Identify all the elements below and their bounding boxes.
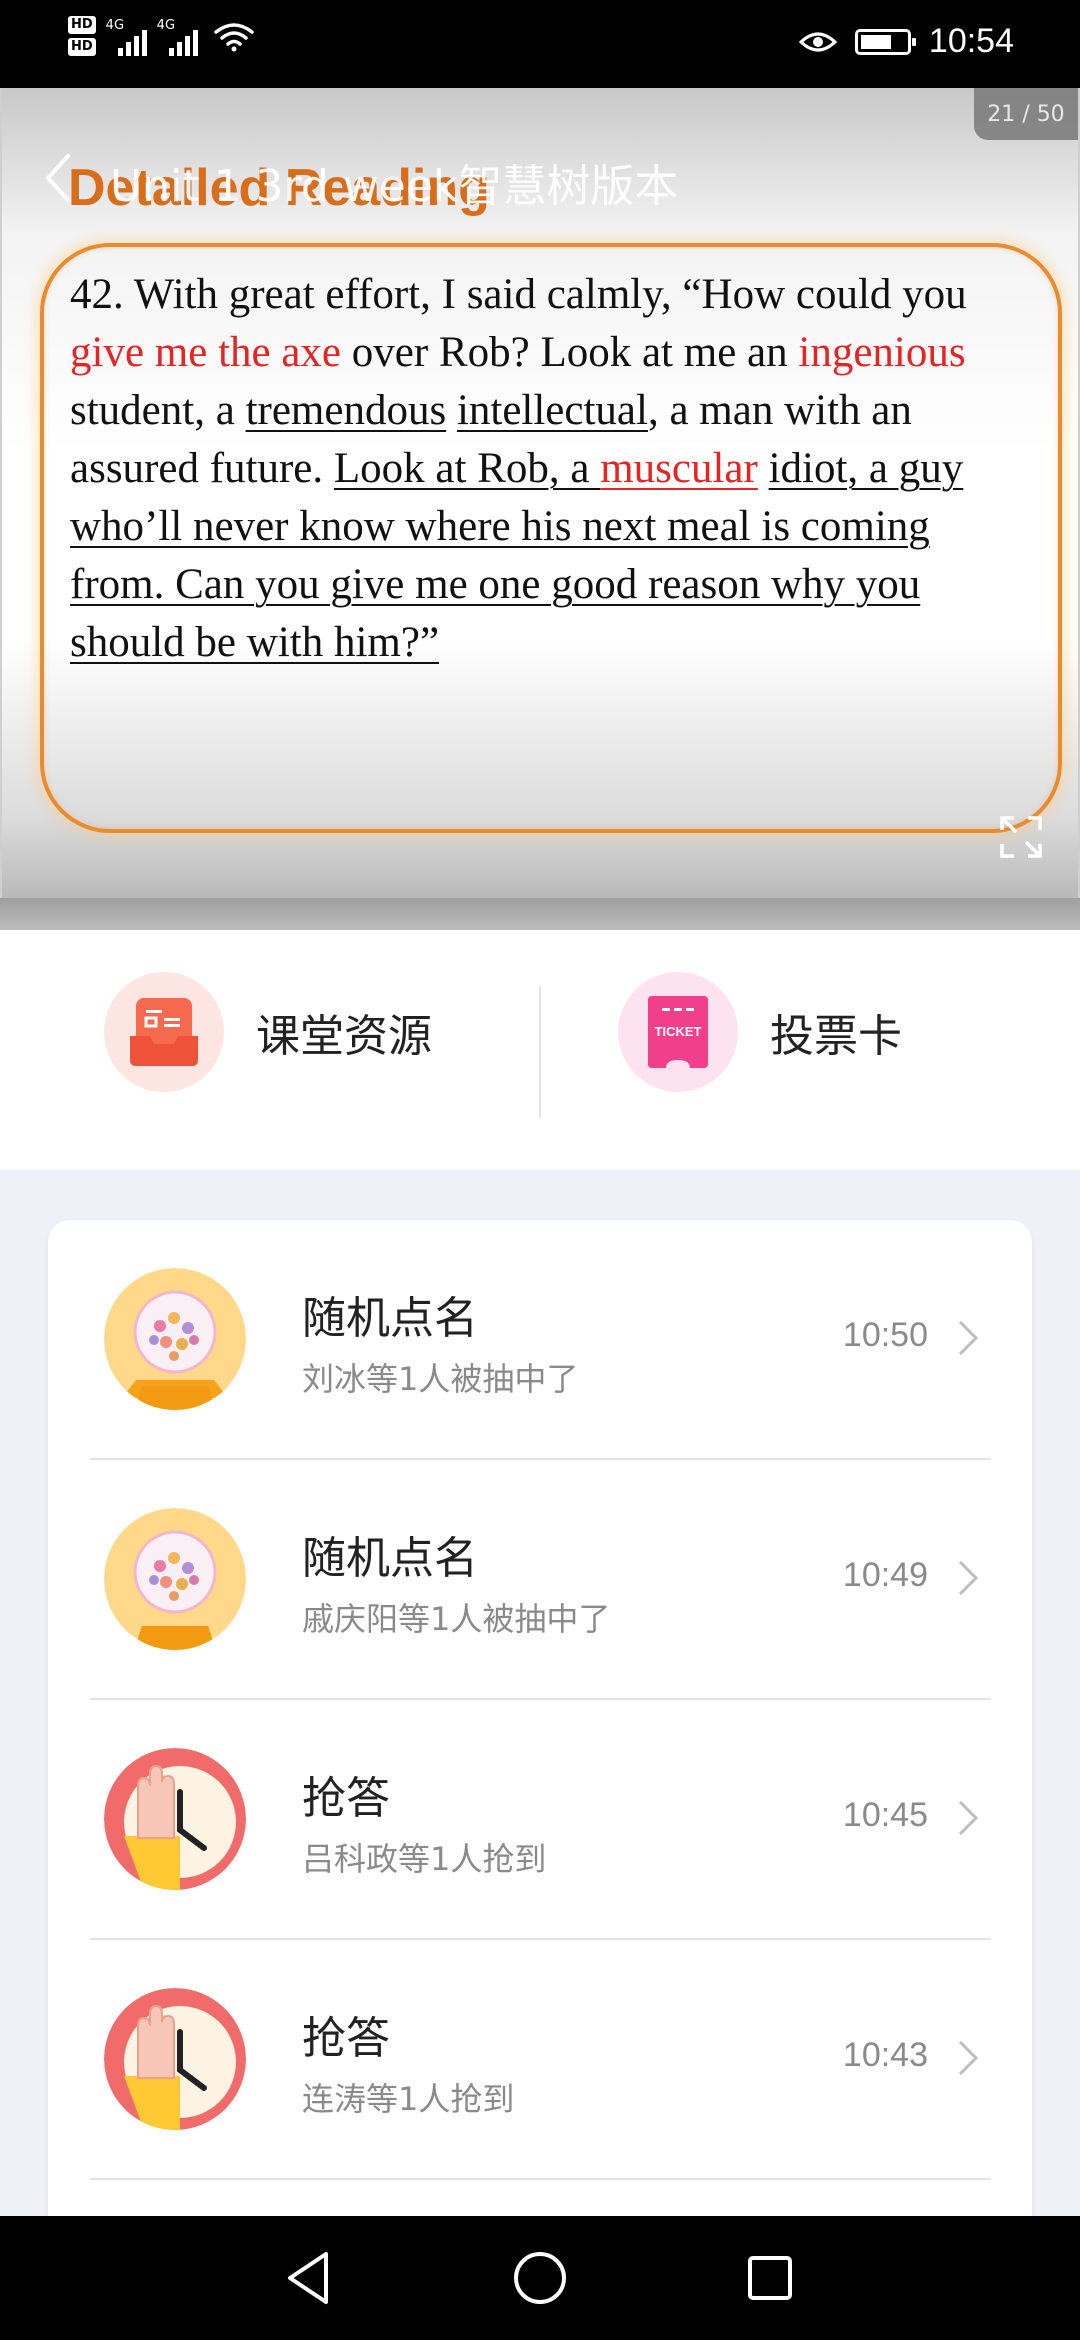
passage-segment bbox=[758, 445, 769, 492]
signal-2-icon: 4G bbox=[157, 16, 198, 56]
activity-title: 随机点名 bbox=[302, 1533, 478, 1584]
vote-card-label: 投票卡 bbox=[770, 1011, 902, 1062]
raised-hand-clock-icon bbox=[104, 1748, 246, 1890]
document-title: Unit 1 3rd week智慧树版本 bbox=[110, 161, 679, 212]
signal-1-icon: 4G bbox=[106, 16, 147, 56]
nav-home-icon[interactable] bbox=[508, 2246, 572, 2310]
class-resources-button[interactable]: 课堂资源 bbox=[104, 972, 432, 1092]
activity-subtitle: 戚庆阳等1人被抽中了 bbox=[302, 1600, 611, 1638]
lottery-globe-icon bbox=[104, 1508, 246, 1650]
status-bar: HD HD 4G 4G 10:54 bbox=[0, 0, 1080, 88]
passage-segment bbox=[446, 387, 457, 434]
lottery-globe-icon bbox=[104, 1268, 246, 1410]
slide: 21 / 50 Detailed Reading Unit 1 3rd week… bbox=[2, 88, 1078, 898]
tools-divider bbox=[539, 986, 541, 1118]
nav-back-icon[interactable] bbox=[278, 2246, 342, 2310]
status-right: 10:54 bbox=[798, 22, 1014, 61]
passage-text: 42. With great effort, I said calmly, “H… bbox=[70, 266, 1000, 672]
activity-time: 10:49 bbox=[842, 1556, 928, 1594]
nav-recent-apps-icon[interactable] bbox=[738, 2246, 802, 2310]
class-resources-label: 课堂资源 bbox=[256, 1011, 432, 1062]
tools-row: 课堂资源 TICKET 投票卡 bbox=[0, 930, 1080, 1170]
network-type: 4G bbox=[156, 18, 176, 33]
hd-badge: HD bbox=[68, 16, 96, 34]
activity-list: 随机点名 刘冰等1人被抽中了 10:50 随机点名 戚庆阳等1人被抽中了 10:… bbox=[48, 1220, 1032, 2340]
activity-row[interactable]: 抢答 连涛等1人抢到 10:43 bbox=[48, 1940, 1032, 2180]
back-arrow-icon[interactable] bbox=[38, 150, 78, 206]
screen: HD HD 4G 4G 10:54 21 / 50 Detailed Readi… bbox=[0, 0, 1080, 2340]
activity-time: 10:50 bbox=[842, 1316, 928, 1354]
slide-viewer[interactable]: 21 / 50 Detailed Reading Unit 1 3rd week… bbox=[0, 88, 1080, 930]
activity-time: 10:43 bbox=[842, 2036, 928, 2074]
passage-highlight: give me the axe bbox=[70, 329, 342, 376]
chevron-right-icon bbox=[958, 1800, 979, 1836]
eye-comfort-icon bbox=[798, 32, 837, 51]
status-left: HD HD 4G 4G bbox=[68, 16, 254, 56]
chevron-right-icon bbox=[958, 1560, 979, 1596]
page-counter: 21 / 50 bbox=[974, 88, 1078, 140]
ticket-text: TICKET bbox=[655, 1024, 702, 1039]
vote-card-button[interactable]: TICKET 投票卡 bbox=[618, 972, 902, 1092]
wifi-icon bbox=[213, 23, 254, 52]
passage-highlight: ingenious bbox=[798, 329, 966, 376]
status-time: 10:54 bbox=[928, 22, 1014, 60]
chevron-right-icon bbox=[958, 1320, 979, 1356]
hd-indicators: HD HD bbox=[68, 16, 96, 56]
activity-row[interactable]: 抢答 吕科政等1人抢到 10:45 bbox=[48, 1700, 1032, 1940]
passage-segment: 42. With great effort, I said calmly, “H… bbox=[70, 271, 967, 318]
activity-row[interactable]: 随机点名 戚庆阳等1人被抽中了 10:49 bbox=[48, 1460, 1032, 1700]
activity-subtitle: 连涛等1人抢到 bbox=[302, 2080, 515, 2118]
passage-underlined: tremendous bbox=[245, 387, 447, 434]
activity-row[interactable]: 随机点名 刘冰等1人被抽中了 10:50 bbox=[48, 1220, 1032, 1460]
battery-icon bbox=[854, 28, 916, 55]
passage-segment: over Rob? Look at me an bbox=[341, 329, 799, 376]
passage-underlined: Look at Rob, a bbox=[333, 445, 601, 492]
passage-highlight: muscular bbox=[600, 445, 758, 492]
hd-badge: HD bbox=[68, 38, 96, 56]
activity-subtitle: 刘冰等1人被抽中了 bbox=[302, 1360, 579, 1398]
passage-underlined: intellectual bbox=[456, 387, 648, 434]
network-type: 4G bbox=[105, 18, 125, 33]
row-divider bbox=[90, 2178, 990, 2180]
slide-bottom-strip bbox=[0, 898, 1080, 930]
chevron-right-icon bbox=[958, 2040, 979, 2076]
passage-segment: student, a bbox=[70, 387, 246, 434]
activity-title: 抢答 bbox=[302, 2013, 390, 2064]
fullscreen-icon[interactable] bbox=[998, 814, 1044, 860]
resources-inbox-icon bbox=[104, 972, 224, 1092]
ticket-icon: TICKET bbox=[618, 972, 738, 1092]
system-nav-bar bbox=[0, 2216, 1080, 2340]
raised-hand-clock-icon bbox=[104, 1988, 246, 2130]
activity-title: 抢答 bbox=[302, 1773, 390, 1824]
activity-time: 10:45 bbox=[842, 1796, 928, 1834]
activity-title: 随机点名 bbox=[302, 1293, 478, 1344]
activity-subtitle: 吕科政等1人抢到 bbox=[302, 1840, 547, 1878]
